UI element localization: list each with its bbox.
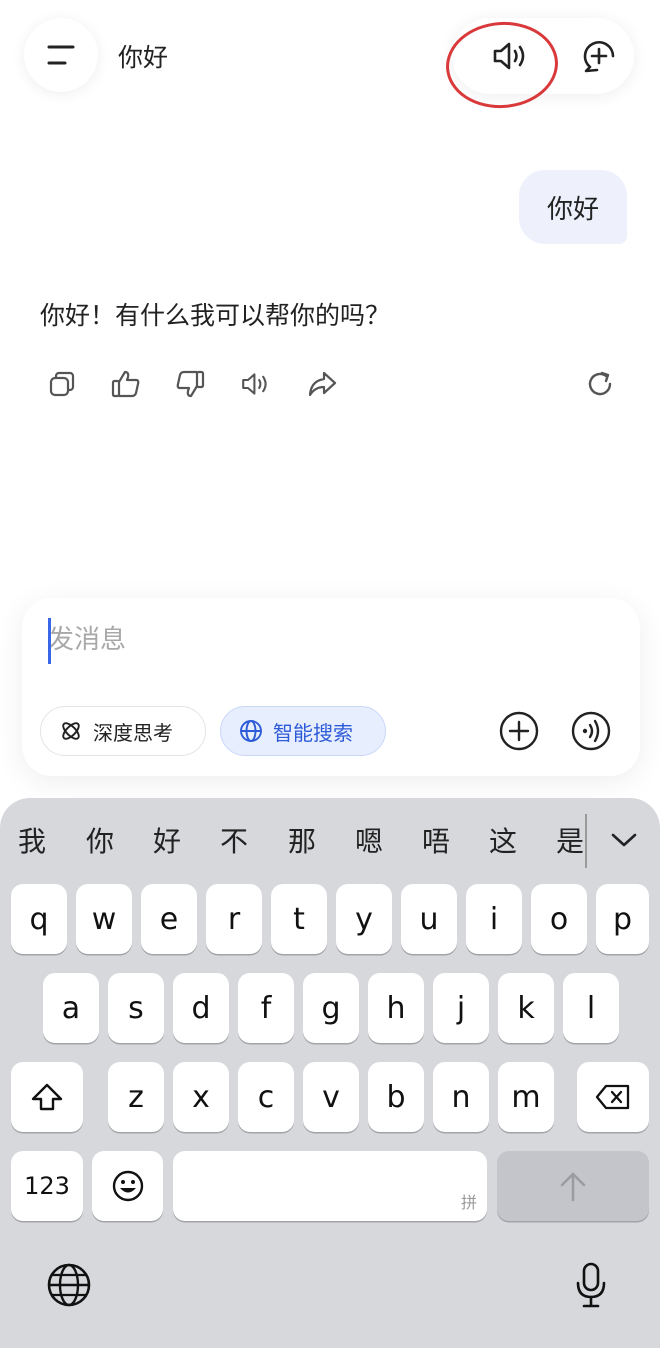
key-d[interactable]: d: [173, 973, 229, 1043]
pinyin-indicator: 拼: [460, 1193, 477, 1212]
microphone-icon: [573, 1261, 609, 1309]
deep-think-label: 深度思考: [93, 720, 173, 745]
arrow-up-icon: [558, 1169, 588, 1203]
plus-circle-icon: [498, 710, 540, 752]
new-chat-button[interactable]: [570, 26, 628, 86]
deep-think-toggle[interactable]: 深度思考: [40, 706, 206, 756]
assistant-message: 你好！有什么我可以帮你的吗？: [40, 301, 391, 330]
chat-title: 你好: [118, 43, 169, 72]
candidate-word[interactable]: 那: [288, 820, 316, 860]
emoji-key[interactable]: [92, 1151, 163, 1221]
candidate-word[interactable]: 嗯: [355, 820, 383, 860]
share-icon: [306, 369, 338, 399]
web-search-label: 智能搜索: [273, 720, 353, 745]
candidate-word[interactable]: 不: [220, 820, 248, 860]
candidate-word[interactable]: 唔: [422, 820, 450, 860]
key-n[interactable]: n: [433, 1062, 489, 1132]
read-message-button[interactable]: [234, 362, 278, 406]
key-j[interactable]: j: [433, 973, 489, 1043]
key-a[interactable]: a: [43, 973, 99, 1043]
candidate-word[interactable]: 你: [86, 820, 114, 860]
add-attachment-button[interactable]: [496, 708, 542, 754]
key-o[interactable]: o: [531, 884, 587, 954]
atom-icon: [59, 719, 83, 743]
key-u[interactable]: u: [401, 884, 457, 954]
message-actions: [40, 362, 630, 406]
key-q[interactable]: q: [11, 884, 67, 954]
globe-icon: [46, 1262, 92, 1308]
key-t[interactable]: t: [271, 884, 327, 954]
thumbs-up-icon: [110, 368, 142, 400]
key-s[interactable]: s: [108, 973, 164, 1043]
key-v[interactable]: v: [303, 1062, 359, 1132]
regenerate-icon: [585, 369, 615, 399]
key-i[interactable]: i: [466, 884, 522, 954]
composer: 深度思考 智能搜索: [22, 598, 640, 776]
copy-button[interactable]: [40, 362, 84, 406]
chevron-down-icon: [610, 831, 638, 849]
key-r[interactable]: r: [206, 884, 262, 954]
candidate-bar: 我 你 好 不 那 嗯 唔 这 是: [0, 798, 660, 878]
message-input[interactable]: [46, 616, 610, 664]
candidate-word[interactable]: 我: [18, 820, 46, 860]
numbers-key[interactable]: 123: [11, 1151, 83, 1221]
globe-icon: [239, 719, 263, 743]
key-m[interactable]: m: [498, 1062, 554, 1132]
web-search-toggle[interactable]: 智能搜索: [220, 706, 386, 756]
new-chat-icon: [580, 37, 618, 75]
voice-call-button[interactable]: [568, 708, 614, 754]
backspace-key[interactable]: [577, 1062, 649, 1132]
text-cursor: [48, 618, 51, 664]
dictation-button[interactable]: [566, 1258, 616, 1312]
menu-icon: [45, 43, 77, 67]
candidate-word[interactable]: 好: [153, 820, 181, 860]
key-k[interactable]: k: [498, 973, 554, 1043]
shift-icon: [30, 1082, 64, 1112]
key-x[interactable]: x: [173, 1062, 229, 1132]
language-switch-button[interactable]: [44, 1260, 94, 1310]
dislike-button[interactable]: [168, 362, 212, 406]
copy-icon: [47, 369, 77, 399]
send-key[interactable]: [497, 1151, 649, 1221]
key-b[interactable]: b: [368, 1062, 424, 1132]
key-c[interactable]: c: [238, 1062, 294, 1132]
candidate-word[interactable]: 是: [556, 820, 584, 860]
expand-candidates-button[interactable]: [604, 818, 644, 862]
candidate-divider: [585, 814, 587, 868]
key-h[interactable]: h: [368, 973, 424, 1043]
keyboard: 我 你 好 不 那 嗯 唔 这 是 q w e r t y u i o p a …: [0, 798, 660, 1348]
shift-key[interactable]: [11, 1062, 83, 1132]
speaker-icon: [240, 369, 272, 399]
key-f[interactable]: f: [238, 973, 294, 1043]
key-g[interactable]: g: [303, 973, 359, 1043]
key-w[interactable]: w: [76, 884, 132, 954]
key-e[interactable]: e: [141, 884, 197, 954]
voice-wave-icon: [570, 710, 612, 752]
candidate-word[interactable]: 这: [489, 820, 517, 860]
key-z[interactable]: z: [108, 1062, 164, 1132]
thumbs-down-icon: [174, 368, 206, 400]
key-l[interactable]: l: [563, 973, 619, 1043]
space-key[interactable]: 拼: [173, 1151, 487, 1221]
backspace-icon: [594, 1083, 632, 1111]
user-message: 你好: [519, 170, 627, 244]
key-p[interactable]: p: [596, 884, 649, 954]
like-button[interactable]: [104, 362, 148, 406]
share-button[interactable]: [300, 362, 344, 406]
key-y[interactable]: y: [336, 884, 392, 954]
regenerate-button[interactable]: [578, 362, 622, 406]
menu-button[interactable]: [24, 18, 98, 92]
emoji-icon: [111, 1169, 145, 1203]
